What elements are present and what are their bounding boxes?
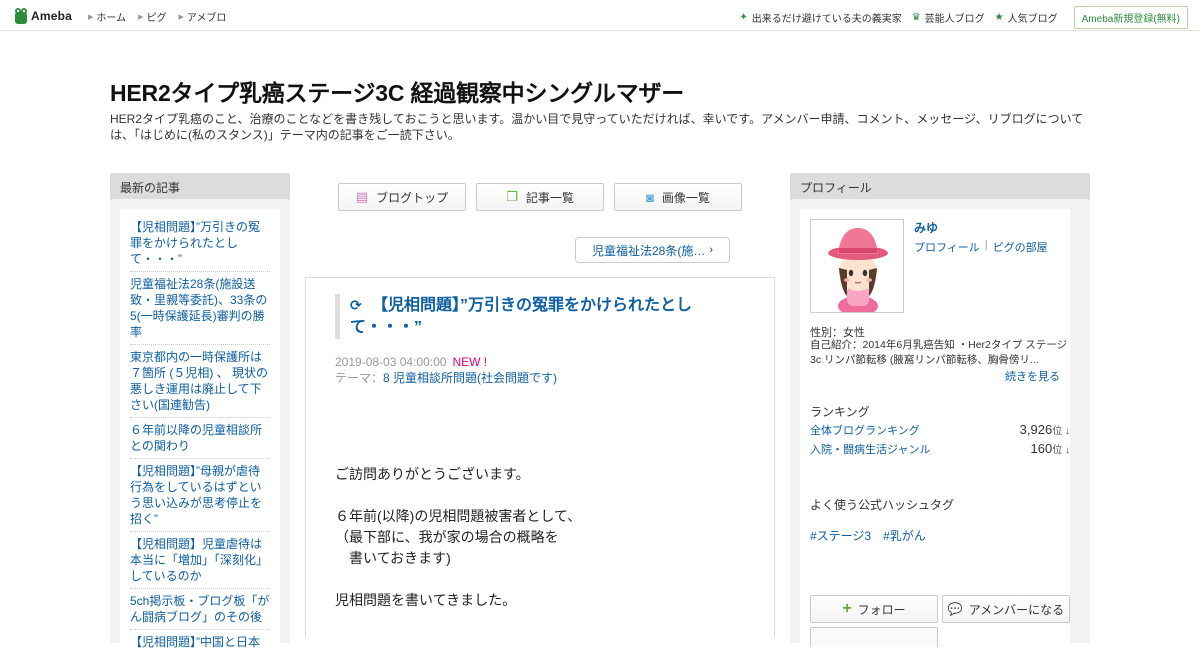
ranking-row: 入院・闘病生活ジャンル 160位 ↓ (810, 441, 1070, 457)
entry-link[interactable]: 【児相問題】”母親が虐待行為をしているはずという思い込みが思考停止を招く” (130, 459, 270, 532)
article-title[interactable]: ⟳ 【児相問題】”万引きの冤罪をかけられたとして・・・” (350, 294, 735, 339)
entry-link[interactable]: 【児相問題】”万引きの冤罪をかけられたとして・・・” (130, 215, 270, 272)
tab-image-list[interactable]: ◙ 画像一覧 (614, 183, 742, 211)
chevron-right-icon: ▶ (178, 13, 184, 21)
article: ⟳ 【児相問題】”万引きの冤罪をかけられたとして・・・” 2019-08-03 0… (305, 277, 775, 637)
entry-link[interactable]: 【児相問題】”中国と日本 (130, 630, 270, 649)
plus-icon: + (842, 600, 852, 617)
theme-label: テーマ： (335, 371, 384, 385)
entry-link[interactable]: ６年前以降の児童相談所との関わり (130, 418, 270, 459)
ranking-heading: ランキング (810, 405, 870, 419)
theme-link[interactable]: 8 児童相談所問題(社会問題です) (383, 371, 557, 385)
read-more-link[interactable]: 続きを見る (1005, 368, 1060, 384)
blog-title[interactable]: HER2タイプ乳癌ステージ3C 経過観察中シングルマザー (110, 74, 684, 108)
hashtag-list: #ステージ3 #乳がん (810, 527, 926, 544)
entry-link[interactable]: 東京都内の一時保護所は７箇所 (５児相) 、 現状の悪しき運用は廃止して下さい(… (130, 345, 270, 418)
sparkle-icon: ✦ (739, 12, 748, 23)
ranking-label[interactable]: 全体ブログランキング (810, 422, 920, 438)
crown-icon: ♛ (911, 12, 921, 23)
blog-description: HER2タイプ乳癌のこと、治療のことなどを書き残しておこうと思います。温かい目で… (110, 112, 1084, 142)
hashtag-link[interactable]: #乳がん (883, 527, 926, 544)
speech-bubble-icon: 💬 (947, 602, 963, 616)
latest-entries-heading: 最新の記事 (110, 173, 290, 199)
latest-entries-list: 【児相問題】”万引きの冤罪をかけられたとして・・・” 児童福祉法28条(施設送致… (120, 209, 280, 649)
profile-links: プロフィール | ピグの部屋 (914, 239, 1048, 255)
profile-link[interactable]: プロフィール (914, 239, 980, 255)
ranking-value: 3,926 (1019, 422, 1053, 437)
profile-panel: プロフィール みゆ プロフィール | ピグの部屋 性別：女性 自己紹介：2014… (790, 173, 1090, 649)
chevron-right-icon: › (709, 244, 714, 256)
register-button[interactable]: Ameba新規登録(無料) (1073, 6, 1188, 29)
article-title-block: ⟳ 【児相問題】”万引きの冤罪をかけられたとして・・・” (335, 294, 735, 339)
profile-heading: プロフィール (790, 173, 1090, 199)
profile-actions: + フォロー 💬 アメンバーになる (810, 595, 1070, 623)
global-header: Ameba ▶ ホーム ▶ ピグ ▶ アメブロ ✦ 出来るだけ避けている夫の義実家 ♛ 芸… (0, 0, 1200, 31)
profile-body: みゆ プロフィール | ピグの部屋 性別：女性 自己紹介：2014年6月乳癌告知… (800, 209, 1070, 649)
blog-tabs: ▤ ブログトップ ❐ 記事一覧 ◙ 画像一覧 (338, 183, 742, 211)
hashtag-heading: よく使う公式ハッシュタグ (810, 498, 955, 512)
entry-link[interactable]: 児童福祉法28条(施設送致・里親等委託)、33条の5(一時保護延長)審判の勝率 (130, 272, 270, 345)
amember-button[interactable]: 💬 アメンバーになる (942, 595, 1070, 623)
avatar[interactable] (810, 219, 904, 313)
hashtag-link[interactable]: #ステージ3 (810, 527, 871, 544)
article-body: ご訪問ありがとうございます。 ６年前(以降)の児相問題被害者として、 （最下部に… (335, 464, 755, 632)
article-paragraph: ご訪問ありがとうございます。 (335, 466, 530, 482)
new-badge: NEW ! (452, 355, 488, 369)
celebrity-blog-link[interactable]: ♛ 芸能人ブログ (912, 10, 985, 25)
reblog-icon[interactable]: ⟳ (350, 294, 364, 316)
ranking-value: 160 (1030, 441, 1053, 456)
pigg-avatar-image (811, 220, 903, 312)
star-icon: ★ (994, 12, 1004, 23)
pigg-room-link[interactable]: ピグの部屋 (993, 239, 1048, 255)
entry-link[interactable]: 5ch掲示板・ブログ板「がん闘病ブログ」のその後 (130, 589, 270, 630)
popular-blog-link[interactable]: ★ 人気ブログ (995, 10, 1058, 25)
logo-text: Ameba (31, 9, 73, 23)
global-nav: ▶ ホーム ▶ ピグ ▶ アメブロ (88, 9, 226, 24)
profile-intro: 自己紹介：2014年6月乳癌告知 ・Her2タイプ ステージ3c リンパ節転移 … (810, 339, 1068, 366)
chevron-right-icon: ▶ (138, 13, 144, 21)
article-meta: 2019-08-03 04:00:00 NEW ! テーマ：8 児童相談所問題(社… (335, 354, 557, 386)
separator: | (984, 239, 988, 251)
article-paragraph: 児相問題を書いてきました。 (335, 592, 517, 608)
nav-ameblo[interactable]: ▶ アメブロ (178, 9, 226, 24)
tab-blog-top[interactable]: ▤ ブログトップ (338, 183, 466, 211)
article-paragraph: ６年前(以降)の児相問題被害者として、 （最下部に、我が家の場合の概略を 書いて… (335, 508, 582, 566)
latest-entries-panel: 最新の記事 【児相問題】”万引きの冤罪をかけられたとして・・・” 児童福祉法28… (110, 173, 290, 649)
tab-entry-list[interactable]: ❐ 記事一覧 (476, 183, 604, 211)
nav-pigg[interactable]: ▶ ピグ (138, 9, 166, 24)
copy-icon: ❐ (506, 189, 518, 204)
nav-home[interactable]: ▶ ホーム (88, 9, 126, 24)
entry-link[interactable]: 【児相問題】児童虐待は本当に「増加」「深刻化」しているのか (130, 532, 270, 589)
trending-link[interactable]: ✦ 出来るだけ避けている夫の義実家 (739, 10, 901, 25)
ranking-row: 全体ブログランキング 3,926位 ↓ (810, 422, 1070, 438)
ranking-label[interactable]: 入院・闘病生活ジャンル (810, 441, 930, 457)
camera-icon: ◙ (646, 189, 654, 205)
follow-button[interactable]: + フォロー (810, 595, 938, 623)
document-icon: ▤ (355, 189, 369, 204)
ameba-logo[interactable]: Ameba (14, 6, 72, 26)
header-right-links: ✦ 出来るだけ避けている夫の義実家 ♛ 芸能人ブログ ★ 人気ブログ Ameba新規登… (739, 6, 1188, 29)
ranking-unit: 位 ↓ (1052, 426, 1070, 437)
more-action-button[interactable] (810, 627, 938, 647)
chevron-right-icon: ▶ (88, 13, 94, 21)
ranking-unit: 位 ↓ (1052, 445, 1070, 456)
next-entry-button[interactable]: 児童福祉法28条(施… › (575, 237, 730, 263)
ameba-frog-icon (15, 8, 27, 24)
profile-name[interactable]: みゆ (914, 219, 938, 236)
article-date: 2019-08-03 04:00:00 (335, 355, 447, 369)
